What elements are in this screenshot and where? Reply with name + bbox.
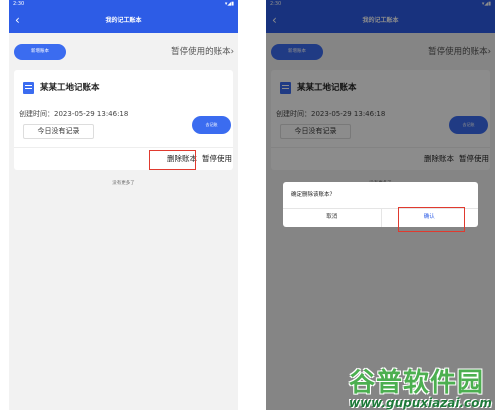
created-label: 创建时间：	[19, 110, 54, 118]
status-bar: 2:30 ▾◢▮	[9, 0, 238, 9]
no-record-today: 今日没有记录	[23, 124, 94, 139]
pause-book-action[interactable]: 暂停使用	[202, 154, 232, 164]
created-time: 创建时间：2023-05-29 13:46:18	[19, 109, 128, 119]
book-icon	[23, 82, 34, 94]
status-time: 2:30	[13, 1, 25, 7]
page-title: 我的记工账本	[105, 17, 142, 24]
dialog-message: 确定删除该账本？	[291, 192, 336, 198]
watermark-url: www.gupuxiazai.com	[349, 396, 492, 410]
book-card: 某某工地记账本 创建时间：2023-05-29 13:46:18 今日没有记录 …	[14, 70, 233, 170]
confirm-highlight-box	[398, 207, 465, 232]
no-more-text: 没有更多了	[112, 181, 135, 186]
status-icons: ▾◢▮	[224, 1, 234, 7]
phone-screen-left: 2:30 ▾◢▮ ‹ 我的记工账本 新增账本 暂停使用的账本› 某某工地记账本 …	[9, 0, 238, 410]
top-action-row: 新增账本 暂停使用的账本›	[9, 33, 238, 60]
created-value: 2023-05-29 13:46:18	[54, 110, 129, 118]
paused-books-link[interactable]: 暂停使用的账本›	[171, 44, 234, 60]
paused-books-label: 暂停使用的账本	[171, 47, 231, 57]
chevron-right-icon: ›	[230, 47, 234, 57]
delete-highlight-box	[149, 150, 196, 170]
record-button[interactable]: 去记账	[192, 116, 231, 134]
book-name: 某某工地记账本	[40, 83, 100, 93]
title-bar: ‹ 我的记工账本	[9, 9, 238, 33]
phone-screen-right: 2:30 ▾◢▮ ‹ 我的记工账本 新增账本 暂停使用的账本› 某某工地记账本 …	[266, 0, 495, 410]
new-book-button[interactable]: 新增账本	[14, 44, 66, 60]
watermark-name: 谷普软件园	[349, 368, 485, 398]
dialog-cancel-button[interactable]: 取消	[283, 208, 381, 227]
site-watermark: 谷普软件园 www.gupuxiazai.com	[343, 362, 503, 415]
card-divider	[14, 147, 233, 148]
